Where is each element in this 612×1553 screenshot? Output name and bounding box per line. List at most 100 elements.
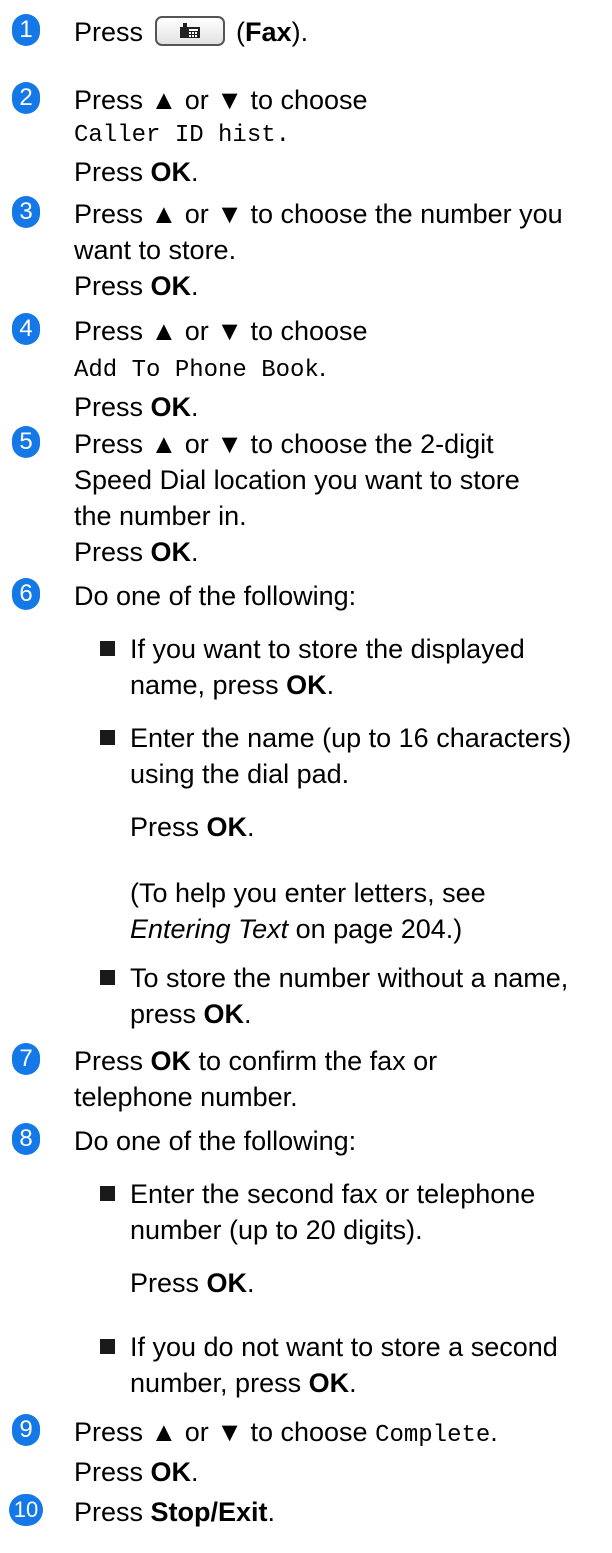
step-8-bullet-1-press: Press OK.: [130, 1265, 612, 1301]
menu-option-caller-id-hist: Caller ID hist.: [74, 122, 291, 149]
period: .: [191, 157, 199, 187]
step-8-text: Do one of the following:: [74, 1123, 612, 1159]
step-2-line-1: Press ▲ or ▼ to choose: [74, 85, 368, 115]
bullet-text: If you do not want to store a second num…: [130, 1329, 612, 1401]
menu-option-add-to-phone-book: Add To Phone Book: [74, 357, 319, 384]
fax-key-label: Fax: [245, 17, 292, 47]
bullet-text: To store the number without a name, pres…: [130, 960, 612, 1032]
step-9-text: Press ▲ or ▼ to choose Complete. Press O…: [74, 1414, 612, 1490]
step-6-line-1: Do one of the following:: [74, 581, 357, 611]
bullet-line: To store the number without a name,: [130, 963, 569, 993]
step-4-text: Press ▲ or ▼ to choose Add To Phone Book…: [74, 313, 612, 425]
step-1-text: Press (Fax).: [74, 14, 612, 50]
ok-key-label: OK: [150, 537, 192, 567]
menu-option-complete: Complete: [375, 1422, 491, 1449]
step-number-badge: 2: [12, 82, 40, 114]
step-6-text: Do one of the following:: [74, 578, 612, 614]
step-3-text: Press ▲ or ▼ to choose the number you wa…: [74, 196, 612, 304]
press-text: Press: [74, 1457, 151, 1487]
ok-key-label: OK: [206, 1268, 248, 1298]
step-number-badge: 6: [12, 578, 40, 610]
step-number-badge: 10: [9, 1494, 43, 1526]
fax-key-icon: [154, 15, 225, 46]
period: .: [191, 271, 199, 301]
step-number-badge: 1: [12, 14, 40, 46]
ok-key-label: OK: [286, 670, 327, 700]
period: .: [318, 352, 327, 382]
step-5-line-3: the number in.: [74, 501, 247, 531]
help-line: (To help you enter letters, see: [130, 878, 486, 908]
bullet-line: If you want to store the displayed: [130, 634, 525, 664]
step-number-badge: 5: [12, 426, 40, 458]
step-4-press: Press: [74, 392, 151, 422]
step-3-line-2: want to store.: [74, 235, 237, 265]
period: .: [244, 999, 252, 1029]
bullet-text: Enter the name (up to 16 characters) usi…: [130, 720, 612, 792]
bullet-line: Enter the name (up to 16 characters): [130, 723, 572, 753]
square-bullet-icon: [100, 641, 115, 656]
ok-key-label: OK: [150, 1457, 192, 1487]
square-bullet-icon: [100, 970, 115, 985]
ok-key-label: OK: [150, 1046, 192, 1076]
ok-key-label: OK: [150, 271, 192, 301]
period: .: [490, 1417, 498, 1447]
step-1-press: Press: [74, 17, 144, 47]
step-number-badge: 8: [12, 1123, 40, 1155]
step-7-text: Press OK to confirm the fax or telephone…: [74, 1043, 612, 1115]
period: .: [191, 392, 199, 422]
stop-exit-key-label: Stop/Exit: [150, 1497, 268, 1527]
bullet-text: If you want to store the displayed name,…: [130, 631, 612, 703]
ok-key-label: OK: [203, 999, 245, 1029]
page-ref: on page 204.): [288, 914, 463, 944]
period: .: [191, 1457, 199, 1487]
period: .: [191, 537, 199, 567]
ok-key-label: OK: [150, 157, 192, 187]
step-9-line-1: Press ▲ or ▼ to choose: [74, 1417, 376, 1447]
ok-key-label: OK: [150, 392, 192, 422]
bullet-line: If you do not want to store a second: [130, 1332, 558, 1362]
square-bullet-icon: [100, 730, 115, 745]
period: .: [247, 1268, 255, 1298]
period: .: [326, 670, 335, 700]
press-text: Press: [74, 1497, 151, 1527]
period: .: [349, 1368, 357, 1398]
step-3-line-1: Press ▲ or ▼ to choose the number you: [74, 199, 563, 229]
entering-text-link[interactable]: Entering Text: [130, 914, 288, 944]
step-6-bullet-2-press: Press OK.: [130, 809, 612, 845]
square-bullet-icon: [100, 1186, 115, 1201]
ok-key-label: OK: [206, 812, 248, 842]
step-3-press: Press: [74, 271, 151, 301]
step-number-badge: 3: [12, 196, 40, 228]
paren-open: (: [228, 17, 246, 47]
step-number-badge: 9: [12, 1414, 40, 1446]
period: .: [267, 1497, 276, 1527]
bullet-line: press: [130, 999, 204, 1029]
bullet-text: Enter the second fax or telephone number…: [130, 1176, 612, 1248]
step-10-text: Press Stop/Exit.: [74, 1494, 612, 1530]
period: .: [247, 812, 255, 842]
square-bullet-icon: [100, 1339, 115, 1354]
paren-close: ).: [291, 17, 309, 47]
step-8-line-1: Do one of the following:: [74, 1126, 357, 1156]
step-number-badge: 4: [12, 313, 40, 345]
bullet-line: using the dial pad.: [130, 759, 350, 789]
step-2-text: Press ▲ or ▼ to choose Caller ID hist. P…: [74, 82, 612, 190]
bullet-line: name, press: [130, 670, 287, 700]
bullet-line: Enter the second fax or telephone: [130, 1179, 536, 1209]
step-number-badge: 7: [12, 1043, 40, 1075]
bullet-line: number, press: [130, 1368, 309, 1398]
step-7-line-2: telephone number.: [74, 1082, 298, 1112]
step-5-line-1: Press ▲ or ▼ to choose the 2-digit: [74, 429, 494, 459]
step-5-text: Press ▲ or ▼ to choose the 2-digit Speed…: [74, 426, 612, 570]
step-5-line-2: Speed Dial location you want to store: [74, 465, 520, 495]
ok-key-label: OK: [308, 1368, 350, 1398]
step-2-press: Press: [74, 157, 151, 187]
step-4-line-1: Press ▲ or ▼ to choose: [74, 316, 368, 346]
press-text: Press: [130, 812, 207, 842]
step-6-help-note: (To help you enter letters, see Entering…: [130, 875, 612, 947]
press-text: Press: [130, 1268, 207, 1298]
step-5-press: Press: [74, 537, 151, 567]
bullet-line: number (up to 20 digits).: [130, 1215, 423, 1245]
press-text: Press: [74, 1046, 151, 1076]
step-7-line-1: to confirm the fax or: [191, 1046, 438, 1076]
